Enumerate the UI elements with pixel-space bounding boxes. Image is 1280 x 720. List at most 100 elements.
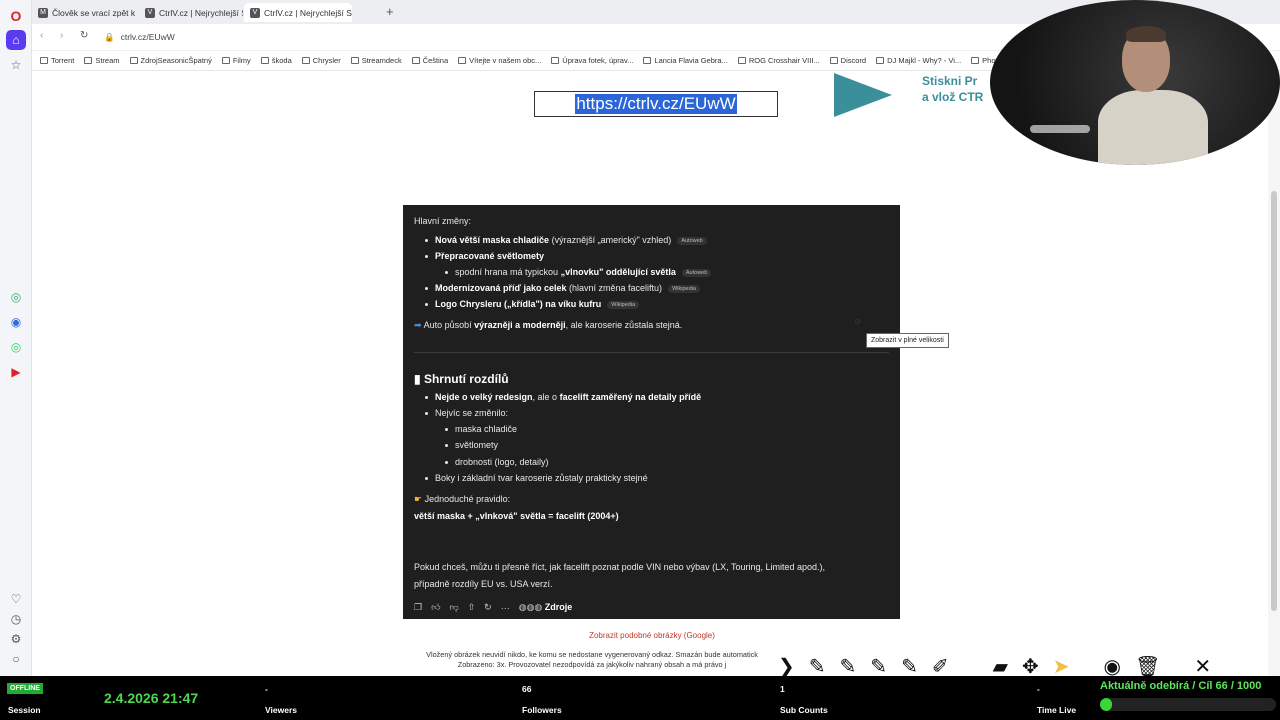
- move-icon[interactable]: ✥: [1022, 654, 1039, 679]
- sources-favicons-icon: ◍◍◍: [518, 602, 543, 612]
- chatgpt-icon[interactable]: ◎: [6, 287, 26, 307]
- bookmark[interactable]: Lancia Flavia Gebra...: [643, 56, 728, 65]
- bookmark[interactable]: Úprava fotek, úprav...: [551, 56, 633, 65]
- bold-text: „vlnovku" oddělující světla: [560, 267, 676, 277]
- bookmark[interactable]: Stream: [84, 56, 120, 65]
- trash-icon[interactable]: 🗑︎: [1135, 654, 1160, 679]
- folder-icon: [350, 57, 359, 64]
- pointer-icon[interactable]: ➤: [1053, 654, 1070, 679]
- whatsapp-icon[interactable]: ◎: [6, 337, 26, 357]
- subcounts-value: 1: [780, 684, 785, 694]
- address-bar[interactable]: 🔒 ctrlv.cz/EUwW: [104, 29, 175, 45]
- bookmark[interactable]: Streamdeck: [350, 56, 402, 65]
- source-tag[interactable]: Autoweb: [677, 236, 707, 245]
- text: Boky i základní tvar karoserie zůstaly p…: [435, 473, 648, 483]
- pin-icon[interactable]: ☆: [6, 55, 26, 75]
- share-icon[interactable]: ⇧: [468, 602, 476, 613]
- sources-button[interactable]: ◍◍◍ Zdroje: [519, 602, 573, 613]
- bookmark[interactable]: Filmy: [221, 56, 251, 65]
- thumbs-up-icon[interactable]: 👍︎: [431, 602, 440, 613]
- source-tag[interactable]: Wikipedia: [668, 284, 700, 293]
- promo-line-2: a vlož CTR: [922, 90, 984, 104]
- list-item: Nejde o velký redesign, ale o facelift z…: [425, 392, 701, 402]
- discord-icon: [829, 57, 838, 64]
- bookmark[interactable]: Vítejte v našem obc...: [458, 56, 541, 65]
- tab-3-active[interactable]: V CtrlV.cz | Nejrychlejší Scre: [244, 3, 352, 22]
- bold-text: Modernizovaná příď jako celek: [435, 283, 567, 293]
- uploaded-screenshot[interactable]: Hlavní změny: Nová větší maska chladiče …: [403, 205, 900, 619]
- pointing-hand-icon: ☛: [414, 494, 423, 504]
- followers-label: Followers: [522, 705, 562, 715]
- promo-arrow-icon: [834, 73, 892, 117]
- list-item: maska chladiče: [445, 424, 517, 434]
- bookmark[interactable]: Discord: [829, 56, 867, 65]
- close-icon[interactable]: ✕: [1194, 654, 1211, 679]
- source-tag[interactable]: Autoweb: [681, 268, 712, 277]
- pen-icon[interactable]: ✎: [901, 654, 918, 679]
- scrollbar-thumb[interactable]: [1271, 191, 1277, 611]
- message-actions: ❐ 👍︎ 👎︎ ⇧ ↻ ··· ◍◍◍ Zdroje: [414, 602, 572, 613]
- sources-label: Zdroje: [544, 602, 573, 612]
- tab-1[interactable]: M Člověk se vrací zpět k Mé: [32, 3, 137, 22]
- pen-icon[interactable]: ✎: [809, 654, 826, 679]
- home-icon[interactable]: ⌂: [6, 30, 26, 50]
- bookmark[interactable]: DJ Majkl - Why? - Vi...: [876, 56, 961, 65]
- thumbs-down-icon[interactable]: 👎︎: [449, 602, 458, 613]
- bookmark[interactable]: škoda: [260, 56, 292, 65]
- bookmark[interactable]: Čeština: [411, 56, 448, 65]
- bulb-icon[interactable]: ○: [6, 649, 26, 669]
- more-icon[interactable]: ···: [501, 603, 510, 613]
- bookmark-label: Úprava fotek, úprav...: [562, 56, 634, 65]
- followers-value: 66: [522, 684, 532, 694]
- messenger-icon[interactable]: ◉: [6, 312, 26, 332]
- short-url-box[interactable]: https://ctrlv.cz/EUwW: [534, 91, 778, 117]
- chevron-right-icon[interactable]: ❯: [778, 654, 795, 679]
- scrollbar[interactable]: [1268, 71, 1280, 676]
- copy-icon[interactable]: ❐: [414, 602, 422, 613]
- bookmark[interactable]: Torrent: [40, 56, 74, 65]
- heart-icon[interactable]: ♡: [6, 589, 26, 609]
- new-tab-plus-icon[interactable]: +: [386, 4, 394, 19]
- music-icon[interactable]: ▶: [6, 362, 26, 382]
- drawing-toolbar: ❯ ✎ ✎ ✎ ✎ ✐ ▰ ✥ ➤ ◉ 🗑︎ ✕: [778, 654, 1278, 678]
- eye-icon[interactable]: ◉: [1104, 654, 1121, 679]
- bookmark[interactable]: ROG Crosshair VIII...: [737, 56, 820, 65]
- opera-logo-icon[interactable]: O: [6, 6, 26, 26]
- intro-text: Hlavní změny:: [414, 216, 472, 226]
- bookmark-label: Stream: [95, 56, 120, 65]
- bookmark[interactable]: Chrysler: [301, 56, 341, 65]
- bookmark-label: Streamdeck: [361, 56, 402, 65]
- pen-icon[interactable]: ✎: [870, 654, 887, 679]
- forward-icon[interactable]: ›: [60, 30, 63, 41]
- arrow-right-icon: ➡: [414, 320, 422, 330]
- reload-icon[interactable]: ↻: [80, 30, 88, 41]
- screen: { "tabs": [ {"label": "Člověk se vrací z…: [0, 0, 1280, 720]
- photo-icon: [971, 57, 980, 64]
- site-icon: [458, 57, 467, 64]
- list-item: Logo Chrysleru („křídla") na víku kufru W…: [425, 299, 640, 309]
- eraser-icon[interactable]: ▰: [993, 654, 1008, 679]
- page-content: https://ctrlv.cz/EUwW Stiskni Pr a vlož C…: [32, 71, 1268, 676]
- folder-icon: [301, 57, 310, 64]
- bookmark-label: Discord: [840, 56, 867, 65]
- document-icon: ▮: [414, 372, 421, 386]
- settings-icon[interactable]: ⚙: [6, 629, 26, 649]
- tab-title: CtrlV.cz | Nejrychlejší Scre: [264, 7, 352, 18]
- viewers-label: Viewers: [265, 705, 297, 715]
- bookmark-label: škoda: [271, 56, 292, 65]
- bookmark[interactable]: ZdrojSeasonicŠpatný: [129, 56, 212, 65]
- bookmark-label: Vítejte v našem obc...: [469, 56, 542, 65]
- tab-2[interactable]: V CtrlV.cz | Nejrychlejší Scre: [139, 3, 243, 22]
- history-icon[interactable]: ◷: [6, 609, 26, 629]
- marker-icon[interactable]: ✐: [932, 654, 949, 679]
- back-icon[interactable]: ‹: [40, 30, 43, 41]
- text: Nejvíc se změnilo:: [435, 408, 509, 418]
- status-badge: OFFLINE: [7, 683, 43, 694]
- bold-text: Nová větší maska chladiče: [435, 235, 550, 245]
- bookmark-label: ZdrojSeasonicŠpatný: [140, 56, 212, 65]
- regenerate-icon[interactable]: ↻: [484, 602, 492, 613]
- list-item: světlomety: [445, 440, 498, 450]
- similar-images-link[interactable]: Zobrazit podobné obrázky (Google): [32, 631, 1268, 640]
- pen-icon[interactable]: ✎: [840, 654, 857, 679]
- source-tag[interactable]: Wikipedia: [607, 300, 640, 309]
